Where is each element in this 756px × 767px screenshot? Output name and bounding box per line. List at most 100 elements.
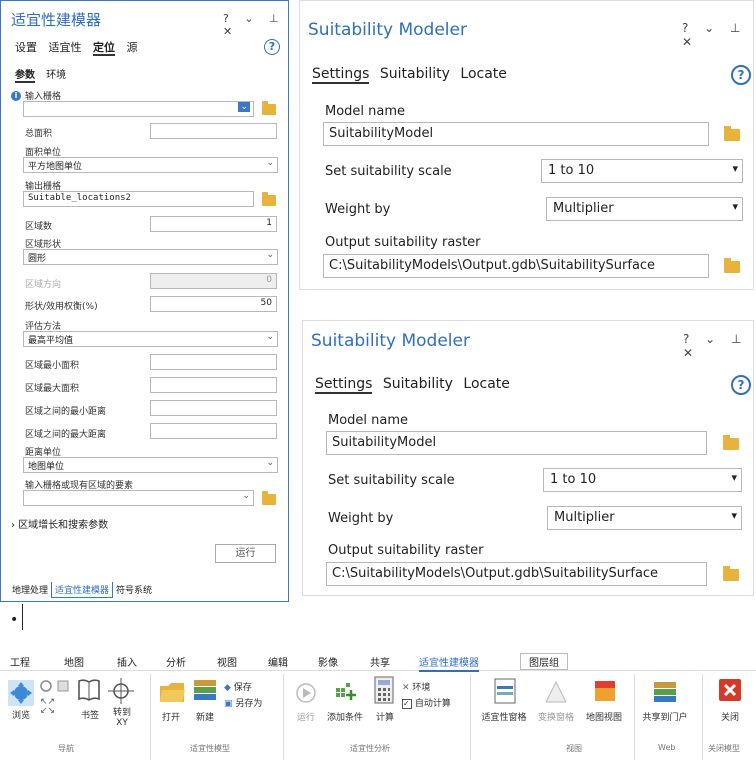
folder-icon[interactable] <box>262 491 276 505</box>
en-top-tab-settings[interactable]: Settings <box>312 66 370 84</box>
folder-icon[interactable] <box>724 258 740 273</box>
min-area-label: 区域最小面积 <box>25 361 80 371</box>
folder-icon[interactable] <box>262 101 276 115</box>
menu-layer-group[interactable]: 图层组 <box>520 653 568 670</box>
map-view-button[interactable]: 地图视图 <box>582 710 626 723</box>
cn-tab-settings[interactable]: 设置 <box>15 41 37 54</box>
folder-icon[interactable] <box>723 435 739 450</box>
auto-calc-toggle[interactable]: ✓ 自动计算 <box>402 696 451 709</box>
run-button[interactable]: 运行 <box>215 544 276 563</box>
caret-down-icon: ▾ <box>731 471 737 484</box>
chevron-down-icon: ⌄ <box>238 102 250 112</box>
cn-tab-suitability[interactable]: 适宜性 <box>49 41 82 54</box>
en-top-scale-value: 1 to 10 <box>548 163 595 178</box>
share-portal-button[interactable]: 共享到门户 <box>638 710 692 723</box>
save-button[interactable]: ◆ 保存 <box>224 680 252 693</box>
growth-params-expander[interactable]: › 区域增长和搜索参数 <box>11 516 108 531</box>
folder-icon[interactable] <box>723 566 739 581</box>
saveas-button[interactable]: ▣ 另存为 <box>224 696 262 709</box>
en-bottom-model-name-label: Model name <box>328 413 409 428</box>
region-direction-label: 区域方向 <box>25 280 62 290</box>
en-top-output-label: Output suitability raster <box>325 235 481 250</box>
tab-symbology[interactable]: 符号系统 <box>113 582 155 597</box>
region-shape-select[interactable]: 圆形 ⌄ <box>23 249 278 265</box>
menu-share[interactable]: 共享 <box>370 654 390 669</box>
menu-map[interactable]: 地图 <box>64 654 84 669</box>
add-criteria-button[interactable]: 添加条件 <box>322 710 368 723</box>
tab-suitability-modeler[interactable]: 适宜性建模器 <box>51 582 114 598</box>
output-raster-input[interactable]: Suitable_locations2 <box>23 191 254 207</box>
calculate-button[interactable]: 计算 <box>372 710 398 723</box>
en-top-scale-select[interactable]: 1 to 10 ▾ <box>541 159 743 183</box>
en-bottom-controls[interactable]: ? ⌄ ⊥ ✕ <box>683 332 753 360</box>
new-model-icon <box>194 680 216 700</box>
menu-imagery[interactable]: 影像 <box>318 654 338 669</box>
browse-button[interactable]: 浏览 <box>8 708 34 721</box>
cn-tab-locate[interactable]: 定位 <box>93 41 115 56</box>
en-bottom-tab-settings[interactable]: Settings <box>315 376 373 394</box>
en-top-controls[interactable]: ? ⌄ ⊥ ✕ <box>682 21 753 49</box>
nav-tools-icon[interactable]: ↖↗↙↘ <box>38 680 72 716</box>
suitability-pane-button[interactable]: 适宜性窗格 <box>476 710 532 723</box>
environment-button[interactable]: ✕ 环境 <box>402 680 430 693</box>
max-dist-input[interactable] <box>150 423 277 439</box>
open-button[interactable]: 打开 <box>156 710 186 723</box>
folder-icon[interactable] <box>262 192 276 206</box>
en-top-output-input[interactable]: C:\SuitabilityModels\Output.gdb\Suitabil… <box>323 254 709 278</box>
en-top-weight-select[interactable]: Multiplier ▾ <box>546 197 743 221</box>
new-button[interactable]: 新建 <box>190 710 220 723</box>
input-raster-select[interactable]: ⌄ <box>23 101 254 117</box>
close-model-button[interactable]: 关闭 <box>714 710 746 723</box>
shape-weight-input[interactable]: 50 <box>150 296 277 312</box>
en-top-tabs: Settings Suitability Locate <box>312 66 513 84</box>
share-portal-icon <box>654 682 676 702</box>
cn-subtab-env[interactable]: 环境 <box>46 70 66 81</box>
min-dist-input[interactable] <box>150 400 277 416</box>
en-top-tab-suitability[interactable]: Suitability <box>380 66 450 82</box>
en-top-help-icon[interactable]: ? <box>731 65 751 85</box>
menu-insert[interactable]: 插入 <box>117 654 137 669</box>
en-bottom-model-name-input[interactable]: SuitabilityModel <box>326 431 707 455</box>
cn-subtab-params[interactable]: 参数 <box>15 70 35 83</box>
total-area-input[interactable] <box>150 123 277 139</box>
chevron-down-icon: ⌄ <box>266 250 274 260</box>
menu-view[interactable]: 视图 <box>217 654 237 669</box>
menu-edit[interactable]: 编辑 <box>268 654 288 669</box>
menu-project[interactable]: 工程 <box>10 654 30 669</box>
goto-xy-button[interactable]: 转到 XY <box>104 708 140 728</box>
suitability-pane-icon <box>494 678 516 704</box>
en-bottom-help-icon[interactable]: ? <box>731 375 751 395</box>
max-dist-label: 区域之间的最大距离 <box>25 430 107 440</box>
bookmark-button[interactable]: 书签 <box>76 708 104 721</box>
dist-unit-select[interactable]: 地图单位 ⌄ <box>23 457 278 473</box>
menu-analysis[interactable]: 分析 <box>166 654 186 669</box>
en-top-model-name-input[interactable]: SuitabilityModel <box>323 122 709 146</box>
min-area-input[interactable] <box>150 354 277 370</box>
cn-subtabs: 参数 环境 <box>15 66 66 83</box>
region-count-input[interactable]: 1 <box>150 216 277 232</box>
folder-icon[interactable] <box>724 126 740 141</box>
eval-method-select[interactable]: 最高平均值 ⌄ <box>23 331 278 347</box>
en-bottom-scale-select[interactable]: 1 to 10 ▾ <box>543 468 742 492</box>
run-tool-button[interactable]: 运行 <box>292 710 320 723</box>
en-top-tab-locate[interactable]: Locate <box>460 66 507 82</box>
area-unit-select[interactable]: 平方地图单位 ⌄ <box>23 157 278 173</box>
region-count-label: 区域数 <box>25 222 53 232</box>
en-top-scale-label: Set suitability scale <box>325 164 452 179</box>
svg-text:↙↘: ↙↘ <box>40 706 55 716</box>
cn-tab-source[interactable]: 源 <box>127 41 138 54</box>
en-top-weight-label: Weight by <box>325 202 391 217</box>
cn-help-icon[interactable]: ? <box>264 39 280 55</box>
cn-tabs: 设置 适宜性 定位 源 <box>15 39 146 56</box>
transform-pane-button[interactable]: 变换窗格 <box>534 710 578 723</box>
en-bottom-weight-select[interactable]: Multiplier ▾ <box>547 506 742 530</box>
en-bottom-tab-suitability[interactable]: Suitability <box>383 376 453 392</box>
tab-geoprocessing[interactable]: 地理处理 <box>9 582 51 597</box>
max-area-input[interactable] <box>150 377 277 393</box>
en-bottom-output-input[interactable]: C:\SuitabilityModels\Output.gdb\Suitabil… <box>326 562 707 586</box>
menu-suitability-modeler[interactable]: 适宜性建模器 <box>419 654 479 672</box>
en-bottom-tab-locate[interactable]: Locate <box>463 376 510 392</box>
cn-pane-controls[interactable]: ? ⌄ ⊥ ✕ <box>223 12 288 38</box>
shape-weight-label: 形状/效用权衡(%) <box>25 302 98 312</box>
input-features-select[interactable]: ⌄ <box>23 490 254 506</box>
